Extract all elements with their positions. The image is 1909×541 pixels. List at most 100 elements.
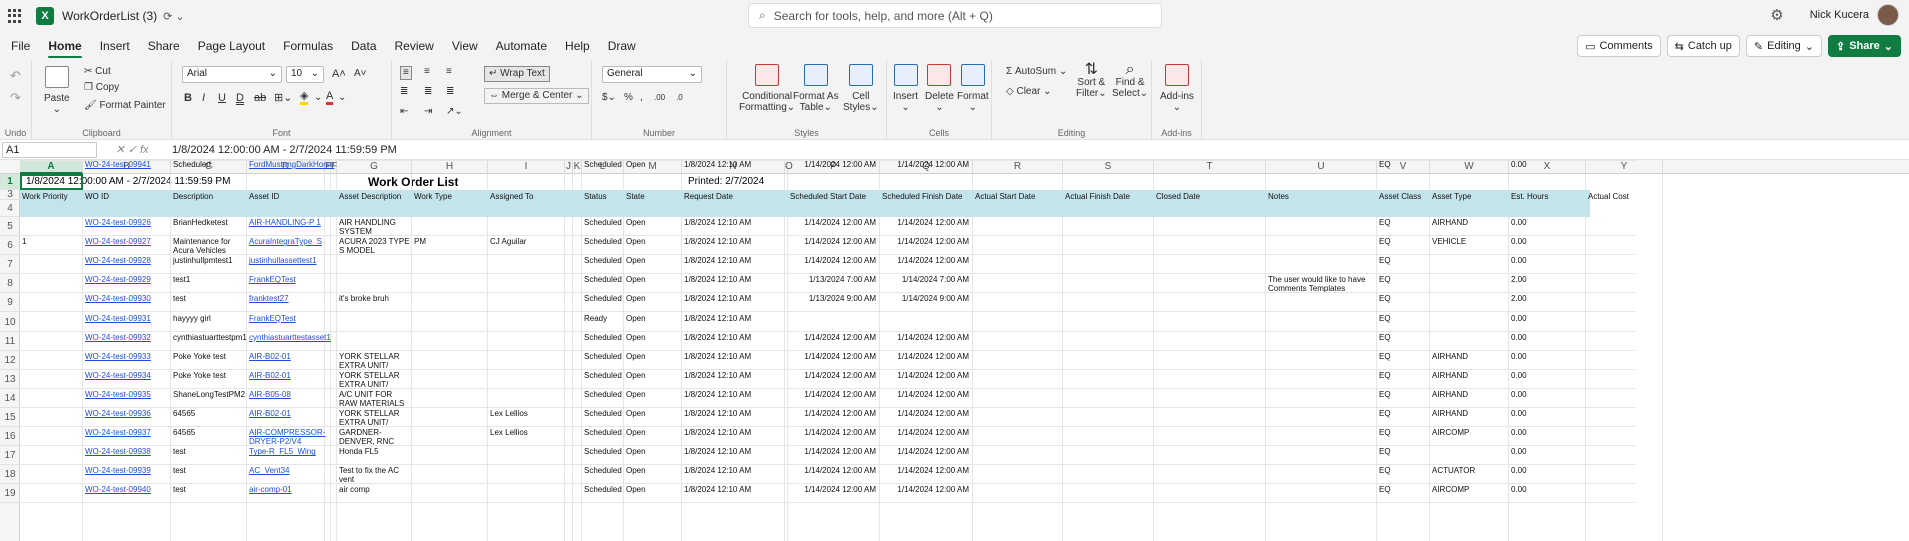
table-cell-actual-finish-date[interactable] (1063, 333, 1154, 350)
row-header-4[interactable]: 4 (0, 200, 20, 217)
table-cell-status[interactable]: Scheduled (582, 256, 624, 273)
cell-link[interactable]: AIR-B02-01 (249, 409, 291, 418)
table-cell-closed-date[interactable] (1154, 294, 1266, 311)
percent-icon[interactable]: % (624, 92, 633, 104)
row-header-8[interactable]: 8 (0, 274, 20, 294)
table-cell-actual-start-date[interactable] (973, 333, 1063, 350)
row-header-13[interactable]: 13 (0, 370, 20, 389)
table-cell-est-hours[interactable]: 0.00 (1509, 160, 1586, 177)
align-bottom-icon[interactable]: ≡ (446, 66, 452, 78)
cell-link[interactable]: cynthiastuarttestasset1 (249, 333, 331, 342)
tab-automate[interactable]: Automate (487, 32, 556, 60)
table-cell-work-type[interactable]: PM (412, 237, 488, 254)
table-cell-actual-start-date[interactable] (973, 390, 1063, 407)
table-cell-request-date[interactable]: 1/8/2024 12:10 AM (682, 466, 788, 483)
currency-icon[interactable]: $⌄ (602, 92, 616, 104)
cell-link[interactable]: WO-24-test-09931 (85, 314, 151, 323)
table-cell-work-priority[interactable] (20, 218, 83, 235)
table-cell-description[interactable]: test1 (171, 275, 247, 292)
cell-link[interactable]: AIR-COMPRESSOR-DRYER-P2/V4 (249, 428, 325, 445)
table-cell-scheduled-finish-date[interactable] (880, 314, 973, 331)
table-cell-est-hours[interactable]: 0.00 (1509, 485, 1586, 502)
row-header-16[interactable]: 16 (0, 427, 20, 447)
column-title-asset-id[interactable]: Asset ID (247, 192, 337, 216)
row-header-12[interactable]: 12 (0, 351, 20, 370)
font-color-icon[interactable]: A (326, 90, 334, 105)
table-cell-actual-cost[interactable] (1586, 333, 1663, 350)
table-cell-wo-id[interactable]: WO-24-test-09941 (83, 160, 171, 177)
tab-review[interactable]: Review (386, 32, 443, 60)
search-input[interactable]: ⌕ Search for tools, help, and more (Alt … (748, 3, 1162, 28)
table-cell-asset-description[interactable]: Test to fix the AC vent (337, 466, 412, 483)
cell-link[interactable]: AIR-HANDLING-P 1 (249, 218, 321, 227)
table-cell-request-date[interactable]: 1/8/2024 12:10 AM (682, 294, 788, 311)
formula-input[interactable]: 1/8/2024 12:00:00 AM - 2/7/2024 11:59:59… (172, 144, 397, 156)
table-cell-work-priority[interactable] (20, 333, 83, 350)
comments-button[interactable]: ▭ Comments (1577, 35, 1661, 57)
table-cell-est-hours[interactable]: 0.00 (1509, 256, 1586, 273)
table-cell-asset-type[interactable]: AIRHAND (1430, 409, 1509, 426)
table-cell-actual-finish-date[interactable] (1063, 428, 1154, 445)
table-cell-assigned-to[interactable] (488, 314, 582, 331)
chevron-down-icon[interactable]: ⌄ (314, 92, 322, 104)
tab-formulas[interactable]: Formulas (274, 32, 342, 60)
table-cell-actual-finish-date[interactable] (1063, 218, 1154, 235)
cell-link[interactable]: FrankEQTest (249, 314, 296, 323)
table-cell-asset-type[interactable] (1430, 294, 1509, 311)
increase-font-icon[interactable]: A˄ (332, 68, 346, 80)
table-cell-est-hours[interactable]: 0.00 (1509, 390, 1586, 407)
bold-icon[interactable]: B (184, 92, 192, 104)
table-cell-assigned-to[interactable] (488, 160, 582, 177)
table-cell-scheduled-finish-date[interactable]: 1/14/2024 12:00 AM (880, 447, 973, 464)
table-cell-wo-id[interactable]: WO-24-test-09931 (83, 314, 171, 331)
table-cell-scheduled-finish-date[interactable]: 1/14/2024 12:00 AM (880, 371, 973, 388)
table-cell-work-type[interactable] (412, 294, 488, 311)
table-cell-wo-id[interactable]: WO-24-test-09930 (83, 294, 171, 311)
table-cell-scheduled-finish-date[interactable]: 1/14/2024 12:00 AM (880, 390, 973, 407)
table-cell-actual-cost[interactable] (1586, 294, 1663, 311)
table-cell-actual-cost[interactable] (1586, 466, 1663, 483)
table-cell-status[interactable]: Scheduled (582, 275, 624, 292)
table-cell-closed-date[interactable] (1154, 314, 1266, 331)
table-cell-asset-description[interactable]: air comp (337, 485, 412, 502)
table-cell-wo-id[interactable]: WO-24-test-09933 (83, 352, 171, 369)
table-cell-request-date[interactable]: 1/8/2024 12:10 AM (682, 314, 788, 331)
table-cell-wo-id[interactable]: WO-24-test-09936 (83, 409, 171, 426)
table-cell-asset-id[interactable]: AIR-B02-01 (247, 409, 337, 426)
comma-icon[interactable]: , (640, 92, 643, 104)
table-cell-actual-cost[interactable] (1586, 485, 1663, 502)
table-cell-wo-id[interactable]: WO-24-test-09937 (83, 428, 171, 445)
cell-link[interactable]: Type-R_FL5_Wing (249, 447, 316, 456)
table-cell-closed-date[interactable] (1154, 352, 1266, 369)
increase-indent-icon[interactable]: ⇥ (424, 106, 432, 118)
table-cell-description[interactable]: test (171, 466, 247, 483)
table-cell-work-priority[interactable] (20, 275, 83, 292)
delete-cells-button[interactable]: Delete ⌄ (925, 64, 954, 113)
cell-link[interactable]: AIR-B02-01 (249, 352, 291, 361)
table-cell-asset-class[interactable]: EQ (1377, 314, 1430, 331)
table-cell-notes[interactable] (1266, 314, 1377, 331)
table-cell-actual-finish-date[interactable] (1063, 466, 1154, 483)
table-cell-est-hours[interactable]: 0.00 (1509, 466, 1586, 483)
table-cell-work-type[interactable] (412, 333, 488, 350)
table-cell-actual-start-date[interactable] (973, 275, 1063, 292)
table-cell-scheduled-start-date[interactable]: 1/14/2024 12:00 AM (788, 333, 880, 350)
table-cell-description[interactable]: Poke Yoke test (171, 352, 247, 369)
table-cell-est-hours[interactable]: 2.00 (1509, 275, 1586, 292)
cell-link[interactable]: WO-24-test-09935 (85, 390, 151, 399)
table-cell-asset-type[interactable] (1430, 447, 1509, 464)
column-title-request-date[interactable]: Request Date (682, 192, 788, 216)
cell-link[interactable]: air-comp-01 (249, 485, 292, 494)
cut-button[interactable]: ✂ Cut (84, 66, 111, 78)
table-cell-actual-start-date[interactable] (973, 428, 1063, 445)
table-cell-actual-cost[interactable] (1586, 447, 1663, 464)
row-header-3[interactable]: 3 (0, 190, 20, 200)
table-cell-asset-description[interactable]: YORK STELLAR EXTRA UNIT/ (337, 352, 412, 369)
table-cell-asset-class[interactable]: EQ (1377, 428, 1430, 445)
column-title-wo-id[interactable]: WO ID (83, 192, 171, 216)
table-cell-notes[interactable] (1266, 447, 1377, 464)
table-cell-status[interactable]: Scheduled (582, 466, 624, 483)
row-header-7[interactable]: 7 (0, 255, 20, 275)
column-title-description[interactable]: Description (171, 192, 247, 216)
table-cell-description[interactable]: 64565 (171, 428, 247, 445)
